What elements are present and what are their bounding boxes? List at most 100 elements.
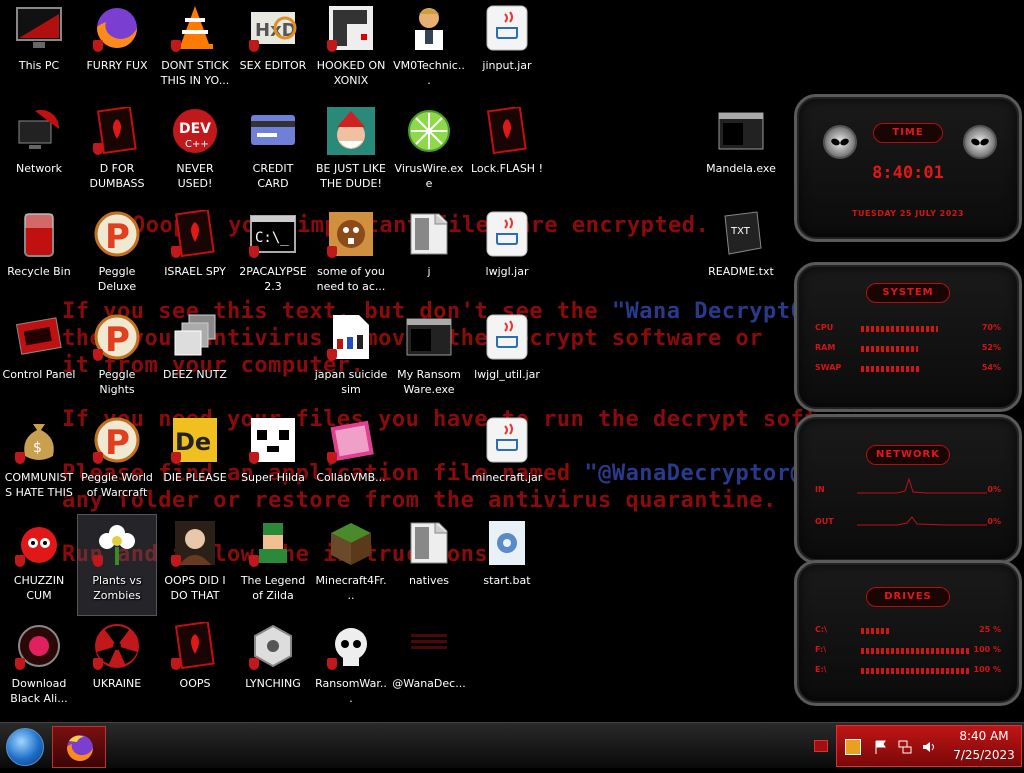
desktop-icon-peggle-deluxe[interactable]: P Peggle Deluxe [78,206,156,306]
desktop-icon-be-just-like[interactable]: BE JUST LIKE THE DUDE! [312,103,390,203]
desktop-icon-lwjgl[interactable]: lwjgl.jar [468,206,546,306]
desktop-icon-2pacalypse[interactable]: C:\_ 2PACALYPSE 2.3 [234,206,312,306]
drives-row-label: F:\ [815,645,827,654]
drives-row-label: E:\ [815,665,827,674]
desktop-icon-label: Download Black Ali... [10,677,68,705]
system-tray: 8:40 AM 7/25/2023 [836,725,1022,767]
desktop-icon-control-panel[interactable]: Control Panel [0,309,78,409]
desktop-icon-jinput[interactable]: jinput.jar [468,0,546,100]
desktop-icon-die-please[interactable]: De DIE PLEASE [156,412,234,512]
desktop-icon-label: VirusWire.exe [394,162,464,190]
system-gadget[interactable]: SYSTEM CPU 70% RAM 52% SWAP 54% [794,262,1022,412]
system-row-value: 70% [981,323,1001,332]
desktop-icon-plants-vs-zombies[interactable]: Plants vs Zombies [77,514,157,616]
desktop-icon-minecraft4fr[interactable]: Minecraft4Fr... [312,515,390,615]
volume-icon[interactable] [921,739,937,755]
desktop-icon-collabvmb[interactable]: CollabVMB... [312,412,390,512]
app-tray-icon[interactable] [845,739,861,755]
network-row: IN 0% [815,485,1001,497]
desktop-icon-oops-did-i[interactable]: OOPS DID I DO THAT [156,515,234,615]
desktop-icon-label: SEX EDITOR [239,59,307,72]
desktop-icon-sex-editor[interactable]: HxD SEX EDITOR [234,0,312,100]
desktop-icon-download-black-ali[interactable]: Download Black Ali... [0,618,78,718]
desktop-icon-super-hilda[interactable]: Super Hilda [234,412,312,512]
desktop-icon-ukraine[interactable]: UKRAINE [78,618,156,718]
desktop[interactable]: Ooops, your important files are encrypte… [0,0,1024,722]
desktop-icon-furry-fux[interactable]: FURRY FUX [78,0,156,100]
desktop-icon-dont-stick[interactable]: DONT STICK THIS IN YO... [156,0,234,100]
desktop-icon-label: D FOR DUMBASS [89,162,145,190]
desktop-icon-lynching[interactable]: LYNCHING [234,618,312,718]
desktop-icon-deez-nutz[interactable]: DEEZ NUTZ [156,309,234,409]
alienware-file-icon [171,620,219,670]
network-gadget[interactable]: NETWORK IN 0% OUT 0% [794,414,1022,564]
desktop-icon-start-bat[interactable]: start.bat [468,515,546,615]
tray-overflow-button[interactable] [814,740,828,752]
taskbar-firefox-button[interactable] [52,726,106,768]
desktop-icon-label: COMMUNISTS HATE THIS G... [4,471,74,502]
taskbar-clock-date[interactable]: 7/25/2023 [947,748,1021,762]
desktop-icon-label: HOOKED ON XONIX [316,59,386,87]
desktop-icon-label: Network [16,162,62,175]
desktop-icon-chuzzin[interactable]: CHUZZIN CUM [0,515,78,615]
drives-row-bar [861,648,971,654]
desktop-icon-recycle-bin[interactable]: Recycle Bin [0,206,78,306]
santa-elf-icon [327,107,375,155]
desktop-icon-label: j [427,265,431,278]
desktop-icon-lwjgl-util[interactable]: lwjgl_util.jar [468,309,546,409]
drives-gadget[interactable]: DRIVES C:\ 25 % F:\ 100 % E:\ 100 % [794,560,1022,706]
desktop-icon-label: minecraft.jar [471,471,543,484]
desktop-icon-oops[interactable]: OOPS [156,618,234,718]
desktop-icon-peggle-world[interactable]: P Peggle World of Warcraft ... [78,412,156,512]
desktop-icon-legend-of-zilda[interactable]: The Legend of Zilda [234,515,312,615]
taskbar-clock-time[interactable]: 8:40 AM [947,729,1021,743]
desktop-icon-readme[interactable]: TXT README.txt [702,206,780,306]
desktop-icon-minecraft-jar[interactable]: minecraft.jar [468,412,546,512]
desktop-icon-vm0technic[interactable]: VM0Technic... [390,0,468,100]
flag-icon[interactable] [873,739,889,755]
desktop-icon-japan-suicide[interactable]: japan suicide sim [312,309,390,409]
desktop-icon-label: OOPS [179,677,211,690]
red-orb-icon [15,622,63,670]
doctor-person-icon [405,4,453,52]
desktop-icon-label: Minecraft4Fr... [315,574,387,602]
network-row-value: 0% [987,485,1001,494]
start-button[interactable] [6,728,44,766]
system-row-label: RAM [815,343,836,352]
desktop-icon-never-used[interactable]: DEV C++ NEVER USED! [156,103,234,203]
network-tray-icon[interactable] [897,739,913,755]
alien-head-icon [963,125,997,159]
time-gadget[interactable]: TIME 8:40:01 TUESDAY 25 JULY 2023 [794,94,1022,242]
desktop-icon-israel-spy[interactable]: ISRAEL SPY [156,206,234,306]
desktop-icon-my-ransomware[interactable]: My Ransom Ware.exe [390,309,468,409]
desktop-icon-j[interactable]: j [390,206,468,306]
gadget-title: NETWORK [866,445,950,465]
limewire-icon [405,107,453,155]
system-row-value: 54% [981,363,1001,372]
desktop-icon-communists[interactable]: $ COMMUNISTS HATE THIS G... [0,412,78,512]
grass-block-icon [327,519,375,567]
desktop-icon-mandela[interactable]: Mandela.exe [702,103,780,203]
desktop-icon-this-pc[interactable]: This PC [0,0,78,100]
desktop-icon-network[interactable]: Network [0,103,78,203]
desktop-icon-ransomwar[interactable]: RansomWar... [312,618,390,718]
desktop-icon-credit-card[interactable]: CREDIT CARD CHECKER [234,103,312,203]
desktop-icon-hooked-on-xonix[interactable]: HOOKED ON XONIX [312,0,390,100]
de-icon: De [171,416,219,464]
java-jar-icon [483,416,531,464]
desktop-icon-lock-flash[interactable]: Lock.FLASH ! [468,103,546,203]
desktop-icon-label: @WanaDec... [392,677,466,690]
desktop-icon-label: lwjgl_util.jar [474,368,540,381]
desktop-icon-wanadec[interactable]: @WanaDec... [390,618,468,718]
svg-text:DEV: DEV [179,121,211,137]
desktop-icon-peggle-nights[interactable]: P Peggle Nights Deluxe [78,309,156,409]
desktop-icon-label: LYNCHING [245,677,301,690]
dev-cpp-icon: DEV C++ [171,107,219,155]
desktop-icon-viruswire[interactable]: VirusWire.exe [390,103,468,203]
desktop-icon-some-of-you[interactable]: some of you need to ac... [312,206,390,306]
gear-file-icon [483,519,531,567]
desktop-icon-natives[interactable]: natives [390,515,468,615]
desktop-icon-d-for-dumbass[interactable]: D FOR DUMBASS [78,103,156,203]
drives-row: F:\ 100 % [815,645,1001,657]
svg-text:P: P [105,217,130,257]
